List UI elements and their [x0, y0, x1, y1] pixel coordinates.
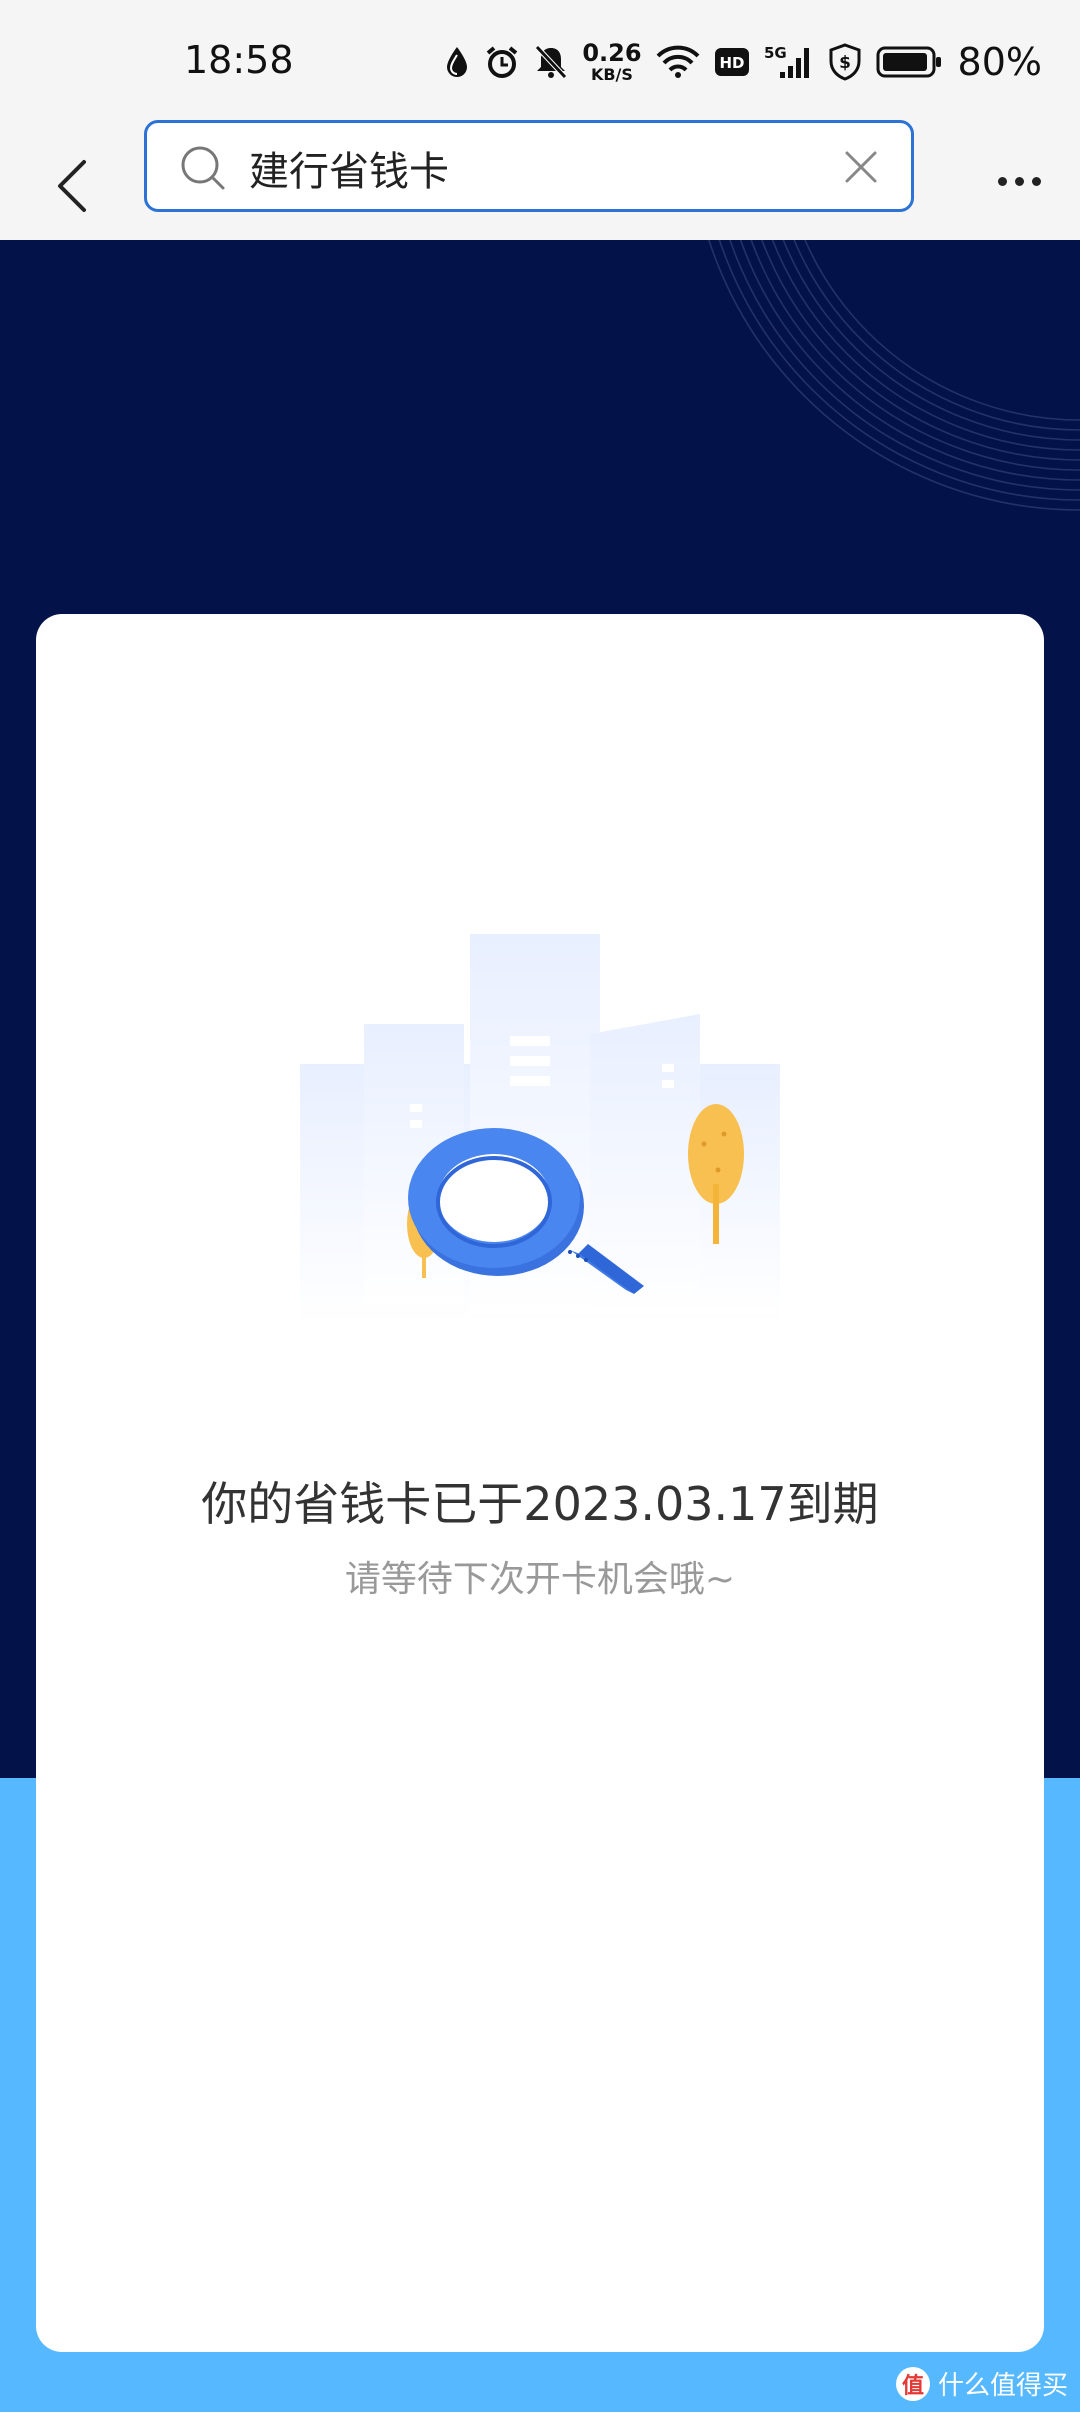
clear-icon[interactable] [837, 143, 885, 191]
more-dot-icon [997, 176, 1007, 186]
status-time: 18:58 [184, 38, 294, 82]
empty-state-illustration [300, 934, 780, 1324]
signal-5g-icon: 5G [764, 44, 809, 78]
hd-label: HD [719, 54, 744, 72]
shield-dollar-icon: $ [829, 43, 861, 81]
more-dot-icon [1031, 176, 1041, 186]
watermark: 值 什么值得买 [895, 2365, 1068, 2402]
nav-bar [0, 120, 1080, 240]
status-card: 你的省钱卡已于2023.03.17到期 请等待下次开卡机会哦~ [36, 614, 1044, 2352]
more-dot-icon [1014, 176, 1024, 186]
search-box[interactable] [144, 120, 914, 212]
search-icon [181, 146, 225, 190]
back-button[interactable] [44, 136, 100, 236]
bell-off-icon [535, 45, 568, 79]
alarm-icon [487, 46, 518, 78]
net-speed-unit: KB/S [590, 65, 633, 84]
back-arrow-icon [58, 160, 86, 212]
drop-icon [447, 47, 468, 77]
hd-icon: HD [714, 48, 749, 76]
watermark-logo-icon: 值 [895, 2366, 930, 2401]
net-speed-value: 0.26 [582, 39, 642, 67]
svg-text:$: $ [839, 53, 851, 73]
wifi-icon [656, 45, 699, 78]
watermark-text: 什么值得买 [937, 2371, 1068, 2401]
hint-message: 请等待下次开卡机会哦~ [344, 1559, 736, 1600]
status-icons: 0.26 KB/S HD 5G $ 80% [444, 36, 1042, 88]
network-label: 5G [764, 44, 787, 62]
more-menu-button[interactable] [984, 146, 1054, 216]
expire-message: 你的省钱卡已于2023.03.17到期 [201, 1477, 879, 1531]
battery-icon [876, 46, 941, 78]
status-bar: 18:58 0.26 KB/S HD 5G $ 80% [0, 0, 1080, 120]
decorative-arcs [708, 240, 1080, 511]
search-input[interactable] [247, 137, 811, 199]
net-speed: 0.26 KB/S [582, 41, 641, 83]
battery-percent: 80% [957, 40, 1042, 84]
